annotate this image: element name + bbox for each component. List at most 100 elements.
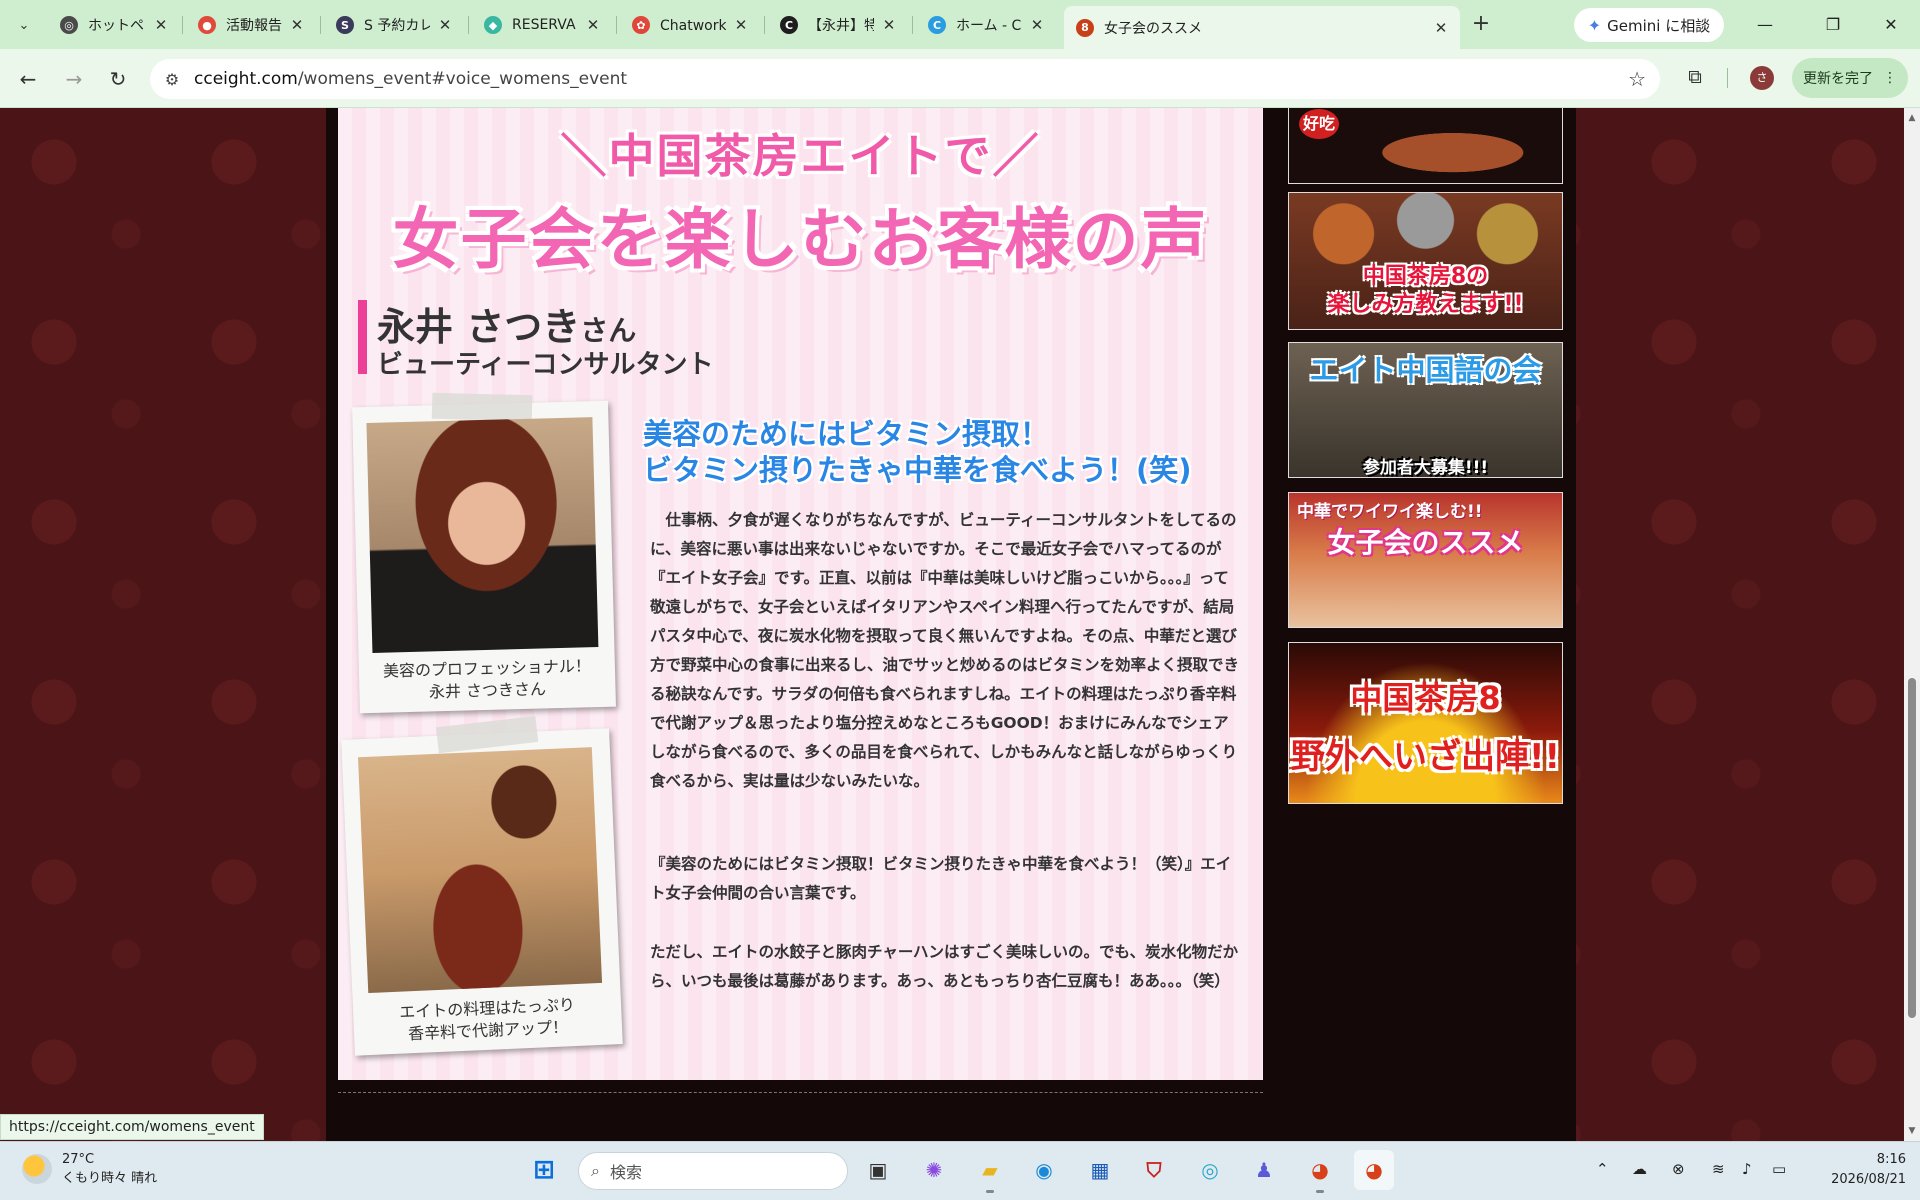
mcafee-icon[interactable]: ⛉ [1134,1150,1174,1190]
tab-canva[interactable]: C ホーム - Canva ✕ [916,8,1056,42]
teams-icon[interactable]: ♟ [1244,1150,1284,1190]
scroll-thumb[interactable] [1908,678,1916,1018]
article-heading: 美容のためにはビタミン摂取！ ビタミン摂りたきゃ中華を食べよう！(笑) [643,416,1192,488]
chrome-icon[interactable]: ◕ [1300,1150,1340,1193]
tape-decoration [431,392,533,422]
bookmark-star-icon[interactable]: ☆ [1628,67,1646,91]
dish-photo [358,747,603,994]
forward-arrow-icon[interactable]: → [58,63,90,95]
banner-line: 楽しみ方教えます!! [1327,292,1524,317]
extensions-puzzle-icon[interactable]: ⧉ [1680,62,1710,92]
copilot-icon[interactable]: ✺ [914,1150,954,1190]
tray-chevron-icon[interactable]: ⌃ [1596,1160,1609,1178]
restore-icon[interactable]: ❐ [1816,10,1850,40]
close-tab-icon[interactable]: ✕ [288,16,306,34]
tab-title: Chatwork - マ [660,18,726,34]
banner-title: 中国茶房8 [1350,679,1501,717]
tab-title: ホーム - Canva [956,18,1022,34]
weather-widget[interactable]: 27°C くもり時々 晴れ [22,1150,157,1188]
battery-icon[interactable]: ▭ [1772,1160,1786,1178]
tab-special-project[interactable]: C 【永井】特別企 ✕ [768,8,908,42]
tab-strip: ⌄ ◎ ホットペッパーブ ✕ ● 活動報告投稿 ✕ S S 予約カレンダ ✕ ◆… [0,0,1920,49]
minimize-icon[interactable]: — [1748,10,1782,40]
tab-hotpepper[interactable]: ◎ ホットペッパーブ ✕ [48,8,180,42]
tab-activity-report[interactable]: ● 活動報告投稿 ✕ [186,8,316,42]
link-status-bubble: https://cceight.com/womens_event [0,1114,264,1140]
close-window-icon[interactable]: ✕ [1874,10,1908,40]
tab-womens-event[interactable]: 8 女子会のススメ ✕ [1064,6,1460,49]
photo-card-portrait: 美容のプロフェッショナル！ 永井 さつきさん [352,392,616,714]
wifi-icon[interactable]: ≋ [1712,1160,1725,1178]
update-label: 更新を完了 [1803,71,1873,87]
reserva-favicon-icon: ◆ [484,16,502,34]
weather-desc: くもり時々 晴れ [62,1171,158,1186]
banner-how-to-enjoy[interactable]: 中国茶房8の 楽しみ方教えます!! [1288,192,1563,330]
article-paragraph: ただし、エイトの水餃子と豚肉チャーハンはすごく美味しいの。でも、炭水化物だから、… [650,943,1239,990]
browser-toolbar: ← → ↻ ⚙ cceight.com/womens_event#voice_w… [0,49,1920,108]
reload-icon[interactable]: ↻ [102,63,134,95]
headline-top: ＼中国茶房エイトで／ [560,129,1041,183]
weather-temp: 27°C [62,1152,95,1167]
tab-chatwork[interactable]: ✿ Chatwork - マ ✕ [620,8,760,42]
file-explorer-icon[interactable]: ▰ [970,1150,1010,1193]
search-icon: ⌕ [591,1161,600,1180]
update-button[interactable]: 更新を完了 ⋮ [1792,58,1908,98]
canva-favicon-icon: C [928,16,946,34]
tab-reserva[interactable]: ◆ RESERVA ✕ [472,8,612,42]
tab-title: 【永井】特別企 [808,18,874,34]
calendar-favicon-icon: S [336,16,354,34]
onedrive-icon[interactable]: ☁ [1632,1160,1647,1178]
scroll-up-icon[interactable]: ▲ [1904,110,1920,126]
section-divider [338,1092,1263,1093]
page-viewport: ＼中国茶房エイトで／ 女子会を楽しむお客様の声 永井 さつきさん ビューティーコ… [0,108,1920,1141]
photo-card-dish: エイトの料理はたっぷり 香辛料で代謝アップ！ [341,716,623,1056]
close-tab-icon[interactable]: ✕ [1432,19,1450,37]
tab-title: ホットペッパーブ [88,18,146,34]
profile-avatar[interactable]: さ [1750,66,1774,90]
chatwork-favicon-icon: ✿ [632,16,650,34]
site-info-icon[interactable]: ⚙ [150,70,194,89]
person-honorific: さん [580,314,637,347]
url-path: /womens_event#voice_womens_event [297,69,628,89]
more-menu-icon[interactable]: ⋮ [1883,70,1897,86]
address-bar[interactable]: ⚙ cceight.com/womens_event#voice_womens_… [150,59,1660,99]
photo-caption: エイトの料理はたっぷり 香辛料で代謝アップ！ [353,992,623,1048]
gemini-button[interactable]: ✦ Gemini に相談 [1574,8,1724,42]
back-arrow-icon[interactable]: ← [12,63,44,95]
clock-date: 2026/08/21 [1831,1172,1906,1187]
close-tab-icon[interactable]: ✕ [436,16,454,34]
page-scrollbar[interactable]: ▲ ▼ [1904,108,1920,1141]
taskbar-clock[interactable]: 8:16 2026/08/21 [1806,1150,1906,1190]
edge-icon[interactable]: ◉ [1024,1150,1064,1190]
close-tab-icon[interactable]: ✕ [1028,16,1046,34]
portrait-photo [366,417,599,653]
person-name: 永井 さつきさん [377,296,636,351]
taskbar-search[interactable]: ⌕ 検索 [578,1152,848,1190]
tab-search-chevron-icon[interactable]: ⌄ [10,12,38,38]
banner-womens-party[interactable]: 中華でワイワイ楽しむ!! 女子会のススメ [1288,492,1563,628]
app-eye-icon[interactable]: ◎ [1190,1150,1230,1190]
chrome-active-icon[interactable]: ◕ [1354,1150,1394,1190]
store-icon[interactable]: ▦ [1080,1150,1120,1190]
banner-peking-duck[interactable]: 好吃 [1288,108,1563,184]
banner-title: 女子会のススメ [1327,526,1524,559]
close-tab-icon[interactable]: ✕ [152,16,170,34]
banner-outdoor[interactable]: 中国茶房8 野外へいざ出陣!! [1288,642,1563,804]
tray-app-icon[interactable]: ⊗ [1672,1160,1685,1178]
article-heading-line: 美容のためにはビタミン摂取！ [643,417,1050,451]
tab-title: 活動報告投稿 [226,18,282,34]
task-view-icon[interactable]: ▣ [858,1150,898,1190]
tab-reservation-calendar[interactable]: S S 予約カレンダ ✕ [324,8,464,42]
name-accent-bar [358,300,367,374]
windows-start-icon[interactable]: ⊞ [524,1150,564,1190]
new-tab-button[interactable]: + [1468,12,1494,38]
scroll-down-icon[interactable]: ▼ [1904,1123,1920,1139]
windows-taskbar: 27°C くもり時々 晴れ ⊞ ⌕ 検索 ▣ ✺ ▰ ◉ ▦ ⛉ ◎ ♟ ◕ ◕… [0,1141,1920,1200]
volume-icon[interactable]: ♪ [1742,1160,1752,1178]
cceight-favicon-icon: 8 [1076,18,1094,37]
banner-chinese-class[interactable]: エイト中国語の会 参加者大募集!!! [1288,342,1563,478]
close-tab-icon[interactable]: ✕ [880,16,898,34]
close-tab-icon[interactable]: ✕ [732,16,750,34]
c-favicon-icon: C [780,16,798,34]
close-tab-icon[interactable]: ✕ [584,16,602,34]
